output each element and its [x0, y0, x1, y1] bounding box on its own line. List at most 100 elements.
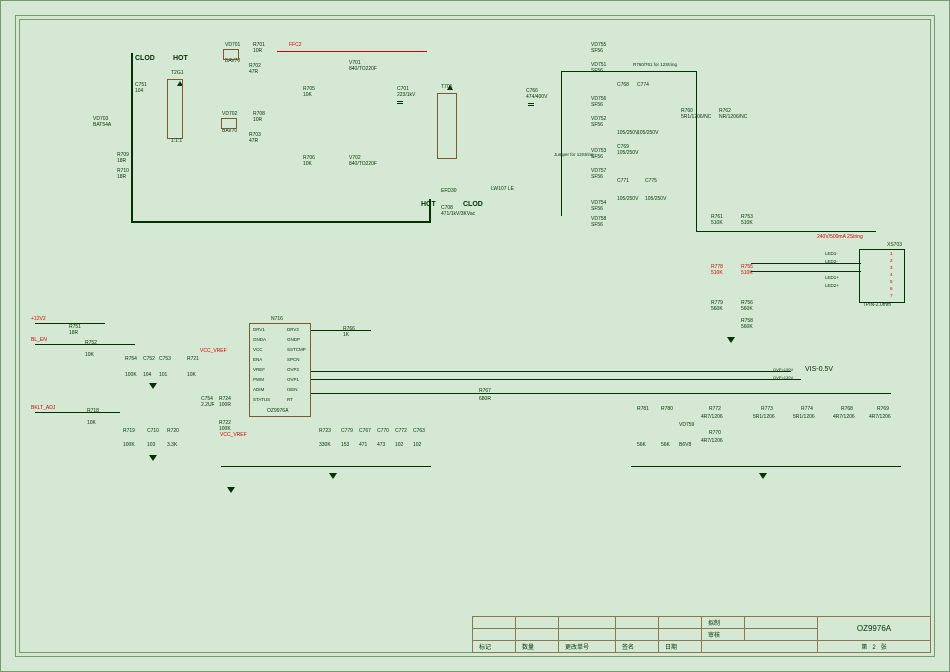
- ref-R723: R723: [319, 429, 331, 434]
- val-R761: 510K: [711, 221, 723, 226]
- val-C767: 471: [359, 443, 367, 448]
- val-VD755: SF56: [591, 49, 603, 54]
- label-r760-note: R760/761 for 12String: [633, 63, 677, 68]
- label-vis: VIS-0.5V: [805, 366, 833, 373]
- ref-C779: C779: [341, 429, 353, 434]
- wire-rect-stack: [696, 71, 697, 231]
- ref-R769: R769: [877, 407, 889, 412]
- pinnum-5: 5: [890, 279, 893, 284]
- gnd-icon: [727, 337, 735, 343]
- val-R751: 18R: [69, 331, 78, 336]
- diode-VD702: [221, 118, 237, 129]
- diode-VD701: [223, 49, 239, 60]
- ref-C771: C771: [617, 179, 629, 184]
- val-C774: 105/250V: [637, 131, 658, 136]
- val-VD753: SF56: [591, 155, 603, 160]
- val-R781: 56K: [637, 443, 646, 448]
- val-C763: 102: [413, 443, 421, 448]
- net-vccvref1: VCC_VREF: [200, 349, 227, 354]
- val-R709: 18R: [117, 159, 126, 164]
- val-C766: 474/400V: [526, 95, 547, 100]
- ref-R718: R718: [87, 409, 99, 414]
- ref-R772: R772: [709, 407, 721, 412]
- ref-C710: C710: [147, 429, 159, 434]
- val-R705: 10K: [303, 93, 312, 98]
- val-VD751: SF56: [591, 69, 603, 74]
- frame-outer: [15, 15, 935, 657]
- val-R758: 560K: [741, 325, 753, 330]
- val-R755: 510K: [741, 271, 753, 276]
- gnd-icon: [227, 487, 235, 493]
- val-VD759: B6V8: [679, 443, 691, 448]
- gnd-icon: [149, 383, 157, 389]
- pinnum-1: 1: [890, 251, 893, 256]
- gnd-bus-right: [631, 466, 901, 467]
- val-C754: 2.2UF: [201, 403, 215, 408]
- titleblock-title: OZ9976A: [818, 617, 931, 641]
- val-VD703: BAT54A: [93, 123, 111, 128]
- transformer-T701: [437, 93, 457, 159]
- ref-C767: C767: [359, 429, 371, 434]
- val-C708: 471/1kV/3KVac: [441, 212, 475, 217]
- pin-led1-: LED1-: [825, 251, 838, 256]
- val-VD758: SF56: [591, 223, 603, 228]
- val-C770: 473: [377, 443, 385, 448]
- pin-SPCN: SPCN: [287, 357, 300, 362]
- ref-LW107: LW107 LE: [491, 187, 514, 192]
- gnd-icon: [759, 473, 767, 479]
- pin-PWM: PWM: [253, 377, 264, 382]
- val-C771: 105/250V: [617, 197, 638, 202]
- ref-C774: C774: [637, 83, 649, 88]
- ref-T2G1: T2G1: [171, 71, 184, 76]
- gnd-icon: [329, 473, 337, 479]
- net-bklt: BKLT_ADJ: [31, 406, 55, 411]
- pinnum-3: 3: [890, 265, 893, 270]
- val-R773: 5R1/1206: [753, 415, 775, 420]
- val-R772: 4R7/1206: [701, 415, 723, 420]
- val-T701: EFD30: [441, 189, 457, 194]
- tb-qty: 数量: [516, 641, 559, 653]
- ref-R754: R754: [125, 357, 137, 362]
- ref-VD702: VD702: [222, 112, 237, 117]
- val-C769: 105/250V: [617, 151, 638, 156]
- wire-ffc2: [277, 51, 427, 52]
- pin-VREF: VREF: [253, 367, 265, 372]
- wire-led1-: [751, 263, 861, 264]
- ref-C752: C752: [143, 357, 155, 362]
- val-C753: 101: [159, 373, 167, 378]
- wire-sec-bus: [561, 71, 562, 216]
- label-jumper-note: Jumper for 12String: [554, 153, 594, 158]
- label-hot-left: HOT: [173, 55, 188, 62]
- tb-date: 日期: [659, 641, 702, 653]
- tb-sign: 签名: [616, 641, 659, 653]
- wire-ovp1: [311, 371, 791, 372]
- val-V702: 840/TO220F: [349, 162, 377, 167]
- label-hot-right: HOT: [421, 201, 436, 208]
- val-R760: 5R1/1206/NC: [681, 115, 711, 120]
- val-R780: 56K: [661, 443, 670, 448]
- gnd-bus-left: [221, 466, 431, 467]
- ref-R780: R780: [661, 407, 673, 412]
- pin-led2-: LED2-: [825, 259, 838, 264]
- schematic-sheet: CLOD HOT HOT CLOD FFC2 Jumper for 12Stri…: [0, 0, 950, 672]
- titleblock-drawn: 拟制: [702, 617, 745, 629]
- pin-STAT: STATUS: [253, 397, 270, 402]
- val-VD756: SF56: [591, 103, 603, 108]
- pin-OVP2: OVP2: [287, 367, 299, 372]
- val-R702: 47R: [249, 70, 258, 75]
- ref-R719: R719: [123, 429, 135, 434]
- label-ovp1-130: OVP=130V: [773, 368, 793, 372]
- val-R706: 10K: [303, 162, 312, 167]
- val-R762: NR/1206/NC: [719, 115, 747, 120]
- ref-C768: C768: [617, 83, 629, 88]
- cap-C701: [397, 101, 403, 102]
- ref-R770: R770: [709, 431, 721, 436]
- pin-ENA: ENA: [253, 357, 262, 362]
- pinnum-7: 7: [890, 293, 893, 298]
- tb-mark: 标记: [473, 641, 516, 653]
- ref-C753: C753: [159, 357, 171, 362]
- ref-C772: C772: [395, 429, 407, 434]
- pinnum-6: 6: [890, 286, 893, 291]
- val-C752: 104: [143, 373, 151, 378]
- ref-R720: R720: [167, 429, 179, 434]
